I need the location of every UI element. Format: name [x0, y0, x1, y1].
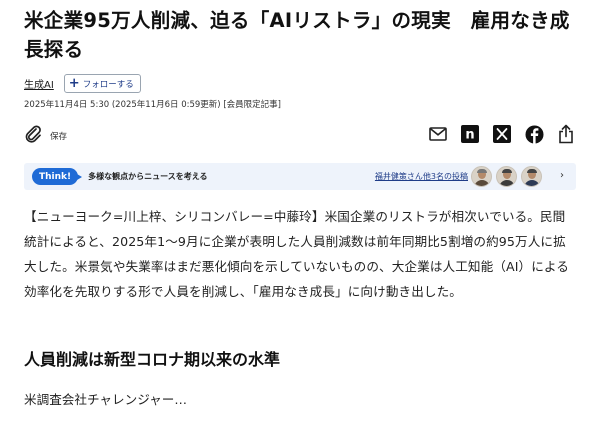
plus-icon: +	[68, 76, 80, 91]
note-icon[interactable]: n	[460, 124, 480, 144]
share-icons: n	[428, 124, 576, 144]
facebook-icon[interactable]	[524, 124, 544, 144]
follow-label: フォローする	[82, 79, 134, 90]
think-posts-link[interactable]: 福井健策さん他3名の投稿	[375, 171, 468, 182]
think-description: 多様な観点からニュースを考える	[88, 172, 208, 181]
publish-date: 2025年11月4日 5:30 (2025年11月6日 0:59更新) [会員限…	[24, 100, 281, 110]
article-teaser: 米調査会社チャレンジャー…	[24, 392, 187, 407]
avatar	[471, 166, 492, 187]
article-body: 【ニューヨーク=川上梓、シリコンバレー=中藤玲】米国企業のリストラが相次いでいる…	[24, 209, 569, 299]
x-icon[interactable]	[492, 124, 512, 144]
mail-icon[interactable]	[428, 124, 448, 144]
toolbar: 保存 n	[24, 124, 576, 148]
think-bar[interactable]: Think! 多様な観点からニュースを考える 福井健策さん他3名の投稿 ›	[24, 163, 576, 190]
avatar	[496, 166, 517, 187]
paperclip-icon	[24, 124, 42, 148]
meta-row: 生成AI + フォローする	[24, 74, 141, 93]
follow-button[interactable]: + フォローする	[63, 74, 141, 93]
topic-link[interactable]: 生成AI	[24, 76, 54, 91]
section-heading: 人員削減は新型コロナ期以来の水準	[24, 350, 281, 369]
note-letter: n	[465, 128, 474, 143]
chevron-right-icon: ›	[560, 170, 564, 181]
think-badge: Think!	[32, 168, 83, 185]
article-headline: 米企業95万人削減、迫る「AIリストラ」の現実 雇用なき成長探る	[24, 9, 570, 61]
save-label: 保存	[50, 132, 68, 142]
avatar	[521, 166, 542, 187]
expert-avatars[interactable]	[471, 166, 542, 187]
share-icon[interactable]	[556, 124, 576, 144]
save-button[interactable]: 保存	[24, 124, 67, 148]
